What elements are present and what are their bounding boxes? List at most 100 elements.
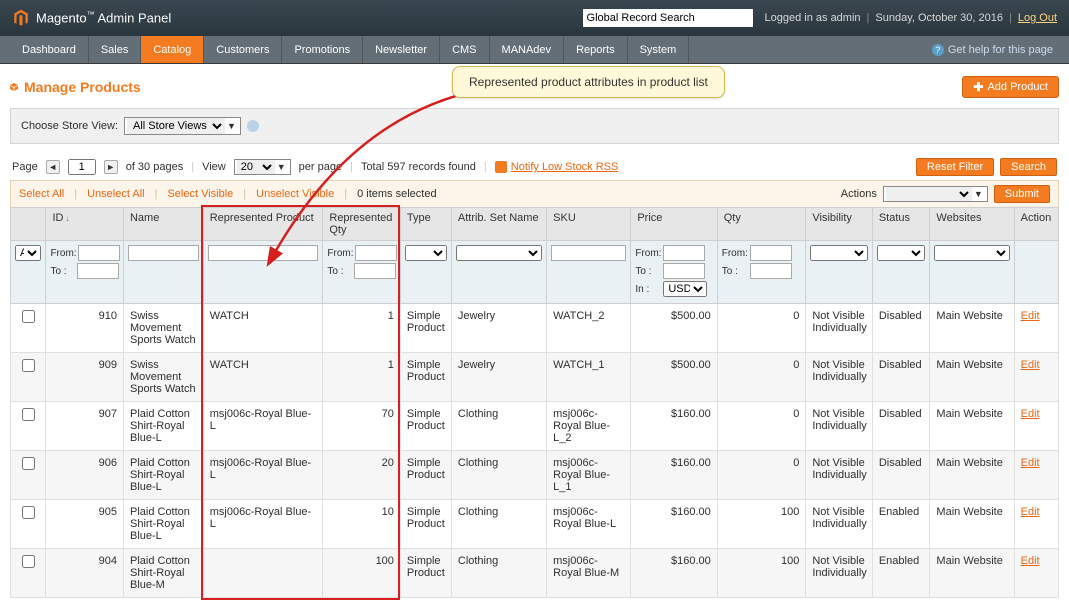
cell-id: 904 <box>46 549 124 598</box>
filter-websites[interactable] <box>934 245 1009 261</box>
rss-link[interactable]: Notify Low Stock RSS <box>495 161 619 173</box>
selected-count: 0 items selected <box>357 188 436 200</box>
edit-link[interactable]: Edit <box>1021 457 1040 469</box>
nav-item-catalog[interactable]: Catalog <box>141 36 204 63</box>
cell-id: 910 <box>46 304 124 353</box>
page-number-input[interactable] <box>68 159 96 175</box>
nav-item-promotions[interactable]: Promotions <box>282 36 363 63</box>
nav-help-link[interactable]: ?Get help for this page <box>926 36 1059 63</box>
table-row[interactable]: 907Plaid Cotton Shirt-Royal Blue-Lmsj006… <box>11 402 1059 451</box>
grid-pager: Page ◄ ► of 30 pages | View 20▼ per page… <box>10 154 1059 180</box>
page-next-button[interactable]: ► <box>104 160 118 174</box>
col-websites[interactable]: Websites <box>930 208 1014 241</box>
select-all-link[interactable]: Select All <box>19 188 64 200</box>
col-type[interactable]: Type <box>400 208 451 241</box>
unselect-all-link[interactable]: Unselect All <box>87 188 144 200</box>
col-id[interactable]: ID↓ <box>46 208 124 241</box>
filter-name[interactable] <box>128 245 199 261</box>
filter-rqty-from[interactable] <box>355 245 397 261</box>
callout-annotation: Represented product attributes in produc… <box>452 66 725 98</box>
filter-id-to[interactable] <box>77 263 119 279</box>
cell-id: 907 <box>46 402 124 451</box>
row-checkbox[interactable] <box>22 310 35 323</box>
col-attrib-set[interactable]: Attrib. Set Name <box>451 208 546 241</box>
edit-link[interactable]: Edit <box>1021 555 1040 567</box>
filter-visibility[interactable] <box>810 245 867 261</box>
table-row[interactable]: 910Swiss Movement Sports WatchWATCH1Simp… <box>11 304 1059 353</box>
cell-qty: 0 <box>717 304 806 353</box>
edit-link[interactable]: Edit <box>1021 506 1040 518</box>
filter-any-select[interactable]: Any <box>15 245 41 261</box>
reset-filter-button[interactable]: Reset Filter <box>916 158 994 176</box>
cell-type: Simple Product <box>400 402 451 451</box>
col-represented-product[interactable]: Represented Product <box>203 208 323 241</box>
col-visibility[interactable]: Visibility <box>806 208 872 241</box>
nav-item-manadev[interactable]: MANAdev <box>490 36 565 63</box>
cell-sku: msj006c-Royal Blue-M <box>547 549 631 598</box>
cell-attrib-set: Jewelry <box>451 353 546 402</box>
filter-currency[interactable]: USD <box>663 281 707 297</box>
row-checkbox[interactable] <box>22 408 35 421</box>
col-status[interactable]: Status <box>872 208 930 241</box>
page-prev-button[interactable]: ◄ <box>46 160 60 174</box>
per-page-select[interactable]: 20 <box>237 160 275 174</box>
submit-button[interactable]: Submit <box>994 185 1050 203</box>
filter-qty-from[interactable] <box>750 245 792 261</box>
table-row[interactable]: 909Swiss Movement Sports WatchWATCH1Simp… <box>11 353 1059 402</box>
row-checkbox[interactable] <box>22 359 35 372</box>
cell-attrib-set: Clothing <box>451 402 546 451</box>
table-row[interactable]: 904Plaid Cotton Shirt-Royal Blue-M100Sim… <box>11 549 1059 598</box>
add-product-button[interactable]: ✚Add Product <box>962 76 1059 98</box>
nav-item-sales[interactable]: Sales <box>89 36 142 63</box>
nav-item-reports[interactable]: Reports <box>564 36 628 63</box>
logout-link[interactable]: Log Out <box>1018 12 1057 24</box>
magento-logo-icon <box>12 9 30 27</box>
cell-name: Plaid Cotton Shirt-Royal Blue-M <box>123 549 203 598</box>
nav-item-system[interactable]: System <box>628 36 690 63</box>
filter-status[interactable] <box>877 245 926 261</box>
logo-text: Magento™ Admin Panel <box>36 10 171 25</box>
search-button[interactable]: Search <box>1000 158 1057 176</box>
page-count: of 30 pages <box>126 161 184 173</box>
table-row[interactable]: 906Plaid Cotton Shirt-Royal Blue-Lmsj006… <box>11 451 1059 500</box>
nav-item-customers[interactable]: Customers <box>204 36 282 63</box>
edit-link[interactable]: Edit <box>1021 310 1040 322</box>
filter-rqty-to[interactable] <box>354 263 396 279</box>
hint-icon[interactable] <box>247 120 259 132</box>
actions-select[interactable] <box>886 187 972 201</box>
row-checkbox[interactable] <box>22 555 35 568</box>
filter-type[interactable] <box>405 245 447 261</box>
col-represented-qty[interactable]: Represented Qty <box>323 208 401 241</box>
filter-price-from[interactable] <box>663 245 705 261</box>
edit-link[interactable]: Edit <box>1021 408 1040 420</box>
filter-price-to[interactable] <box>663 263 705 279</box>
row-checkbox[interactable] <box>22 457 35 470</box>
cell-attrib-set: Jewelry <box>451 304 546 353</box>
filter-id-from[interactable] <box>78 245 120 261</box>
col-qty[interactable]: Qty <box>717 208 806 241</box>
cell-name: Plaid Cotton Shirt-Royal Blue-L <box>123 500 203 549</box>
col-price[interactable]: Price <box>631 208 717 241</box>
store-view-select[interactable]: All Store Views <box>127 118 225 134</box>
filter-attrib-set[interactable] <box>456 245 542 261</box>
cell-type: Simple Product <box>400 451 451 500</box>
filter-rep-product[interactable] <box>208 245 319 261</box>
row-checkbox[interactable] <box>22 506 35 519</box>
col-sku[interactable]: SKU <box>547 208 631 241</box>
logged-in-text: Logged in as admin <box>765 12 861 24</box>
unselect-visible-link[interactable]: Unselect Visible <box>256 188 334 200</box>
select-visible-link[interactable]: Select Visible <box>167 188 233 200</box>
nav-item-dashboard[interactable]: Dashboard <box>10 36 89 63</box>
filter-sku[interactable] <box>551 245 626 261</box>
col-name[interactable]: Name <box>123 208 203 241</box>
rss-icon <box>495 161 507 173</box>
global-search-input[interactable] <box>583 9 753 27</box>
filter-qty-to[interactable] <box>750 263 792 279</box>
nav-item-newsletter[interactable]: Newsletter <box>363 36 440 63</box>
cell-rep-qty: 70 <box>323 402 401 451</box>
cell-type: Simple Product <box>400 549 451 598</box>
nav-item-cms[interactable]: CMS <box>440 36 489 63</box>
table-row[interactable]: 905Plaid Cotton Shirt-Royal Blue-Lmsj006… <box>11 500 1059 549</box>
cell-rep-qty: 20 <box>323 451 401 500</box>
edit-link[interactable]: Edit <box>1021 359 1040 371</box>
